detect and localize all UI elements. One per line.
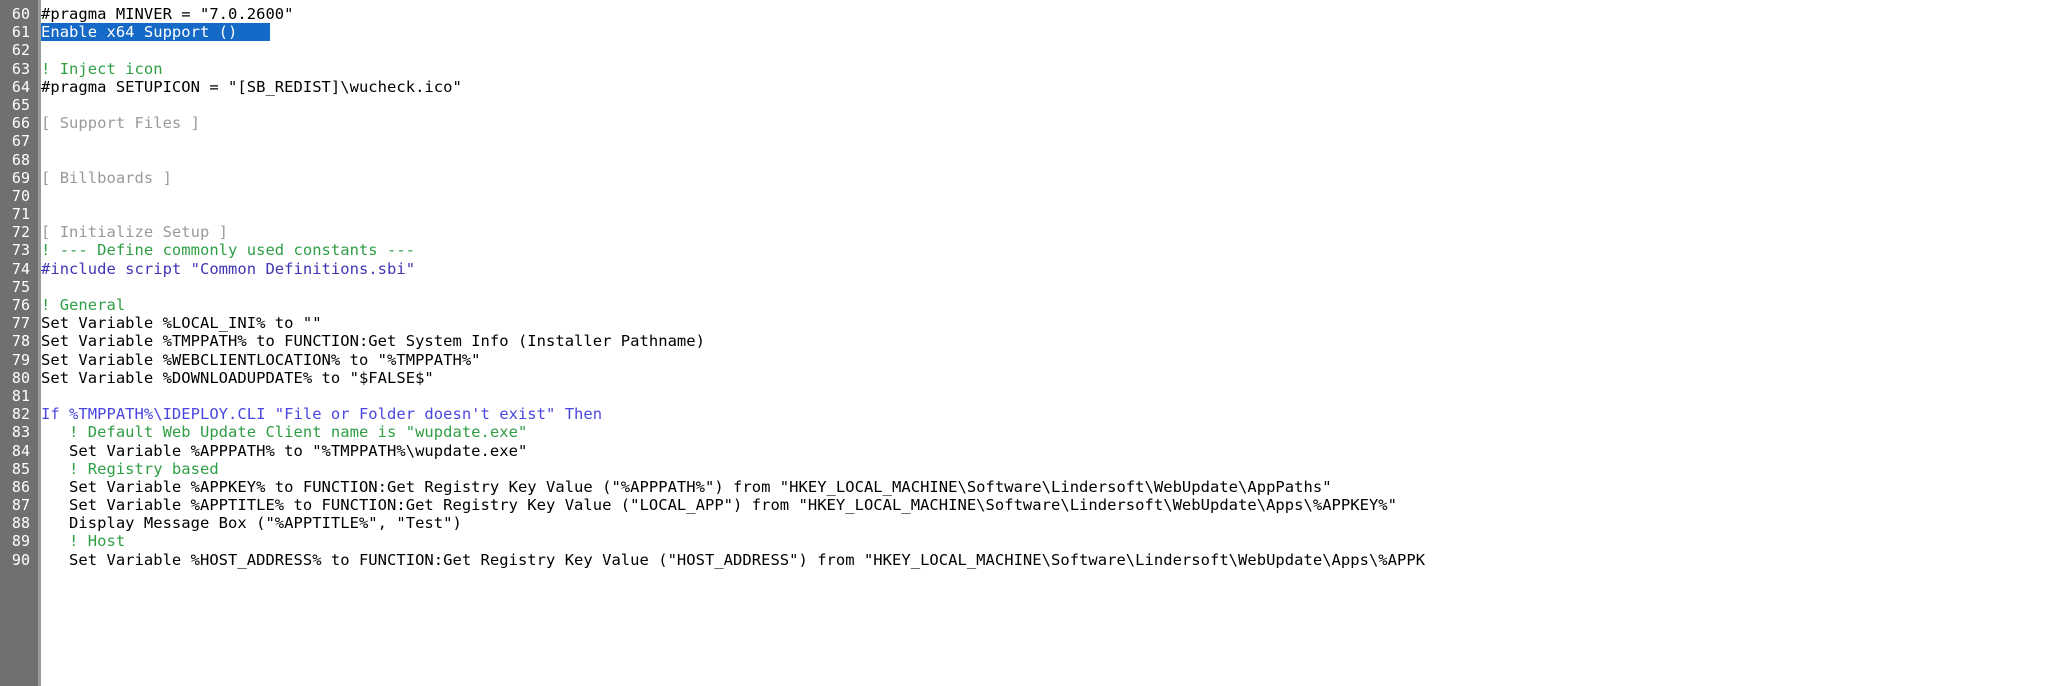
code-line[interactable]: 85 ! Registry based: [0, 460, 2058, 478]
line-number[interactable]: 76: [0, 296, 34, 314]
code-text[interactable]: Set Variable %APPTITLE% to FUNCTION:Get …: [41, 496, 1397, 514]
code-line[interactable]: 65: [0, 96, 2058, 114]
code-text[interactable]: ! --- Define commonly used constants ---: [41, 241, 415, 259]
line-number[interactable]: 87: [0, 496, 34, 514]
script-code-editor[interactable]: 60 #pragma MINVER = "7.0.2600" 61 Enable x6…: [0, 0, 2058, 686]
line-number[interactable]: 82: [0, 405, 34, 423]
code-text[interactable]: Display Message Box ("%APPTITLE%", "Test…: [41, 514, 462, 532]
line-number[interactable]: 64: [0, 78, 34, 96]
code-line[interactable]: 61 Enable x64 Support (): [0, 23, 2058, 42]
line-number[interactable]: 69: [0, 169, 34, 187]
line-number[interactable]: 84: [0, 442, 34, 460]
line-number[interactable]: 63: [0, 60, 34, 78]
code-line[interactable]: 87 Set Variable %APPTITLE% to FUNCTION:G…: [0, 496, 2058, 514]
code-line[interactable]: 83 ! Default Web Update Client name is "…: [0, 423, 2058, 441]
code-text[interactable]: [ Initialize Setup ]: [41, 223, 228, 241]
code-text[interactable]: ! Host: [41, 532, 125, 550]
code-text[interactable]: Set Variable %APPPATH% to "%TMPPATH%\wup…: [41, 442, 527, 460]
line-number[interactable]: 88: [0, 514, 34, 532]
line-number[interactable]: 66: [0, 114, 34, 132]
code-line[interactable]: 89 ! Host: [0, 532, 2058, 550]
line-number[interactable]: 74: [0, 260, 34, 278]
line-number[interactable]: 81: [0, 387, 34, 405]
code-line[interactable]: 81: [0, 387, 2058, 405]
line-number[interactable]: 65: [0, 96, 34, 114]
code-line[interactable]: 71: [0, 205, 2058, 223]
line-number[interactable]: 77: [0, 314, 34, 332]
code-line[interactable]: 69 [ Billboards ]: [0, 169, 2058, 187]
code-line[interactable]: 75: [0, 278, 2058, 296]
code-line[interactable]: 66 [ Support Files ]: [0, 114, 2058, 132]
line-number[interactable]: 72: [0, 223, 34, 241]
code-line[interactable]: 60 #pragma MINVER = "7.0.2600": [0, 5, 2058, 23]
code-text[interactable]: Enable x64 Support (): [41, 23, 237, 41]
code-line[interactable]: 70: [0, 187, 2058, 205]
code-line[interactable]: 78 Set Variable %TMPPATH% to FUNCTION:Get…: [0, 332, 2058, 350]
code-text[interactable]: [ Billboards ]: [41, 169, 172, 187]
code-text[interactable]: Set Variable %TMPPATH% to FUNCTION:Get S…: [41, 332, 705, 350]
code-lines-container[interactable]: 60 #pragma MINVER = "7.0.2600" 61 Enable x6…: [0, 5, 2058, 569]
code-text[interactable]: #pragma SETUPICON = "[SB_REDIST]\wucheck…: [41, 78, 462, 96]
code-text[interactable]: Set Variable %WEBCLIENTLOCATION% to "%TM…: [41, 351, 481, 369]
code-line[interactable]: 64 #pragma SETUPICON = "[SB_REDIST]\wuche…: [0, 78, 2058, 96]
line-number[interactable]: 73: [0, 241, 34, 259]
code-line[interactable]: 73 ! --- Define commonly used constants -…: [0, 241, 2058, 259]
code-text[interactable]: ! Default Web Update Client name is "wup…: [41, 423, 527, 441]
code-line[interactable]: 86 Set Variable %APPKEY% to FUNCTION:Get…: [0, 478, 2058, 496]
line-number[interactable]: 90: [0, 551, 34, 569]
code-line[interactable]: 63 ! Inject icon: [0, 60, 2058, 78]
line-number[interactable]: 75: [0, 278, 34, 296]
code-line[interactable]: 68: [0, 151, 2058, 169]
code-text[interactable]: ! General: [41, 296, 125, 314]
code-text[interactable]: If %TMPPATH%\IDEPLOY.CLI "File or Folder…: [41, 405, 602, 423]
line-number[interactable]: 85: [0, 460, 34, 478]
code-text[interactable]: #pragma MINVER = "7.0.2600": [41, 5, 294, 23]
line-number[interactable]: 61: [0, 23, 34, 41]
code-line[interactable]: 67: [0, 132, 2058, 150]
code-line[interactable]: 88 Display Message Box ("%APPTITLE%", "T…: [0, 514, 2058, 532]
line-number[interactable]: 78: [0, 332, 34, 350]
code-line[interactable]: 79 Set Variable %WEBCLIENTLOCATION% to "%…: [0, 351, 2058, 369]
code-text[interactable]: [ Support Files ]: [41, 114, 200, 132]
code-line[interactable]: 84 Set Variable %APPPATH% to "%TMPPATH%\…: [0, 442, 2058, 460]
line-number[interactable]: 68: [0, 151, 34, 169]
code-text[interactable]: Set Variable %DOWNLOADUPDATE% to "$FALSE…: [41, 369, 434, 387]
code-text[interactable]: Set Variable %LOCAL_INI% to "": [41, 314, 322, 332]
code-text[interactable]: ! Inject icon: [41, 60, 163, 78]
line-number[interactable]: 79: [0, 351, 34, 369]
code-text[interactable]: Set Variable %APPKEY% to FUNCTION:Get Re…: [41, 478, 1332, 496]
code-text[interactable]: ! Registry based: [41, 460, 219, 478]
line-number[interactable]: 62: [0, 41, 34, 59]
code-line[interactable]: 82 If %TMPPATH%\IDEPLOY.CLI "File or Fold…: [0, 405, 2058, 423]
code-line[interactable]: 90 Set Variable %HOST_ADDRESS% to FUNCTI…: [0, 551, 2058, 569]
line-number[interactable]: 80: [0, 369, 34, 387]
code-line[interactable]: 74 #include script "Common Definitions.sb…: [0, 260, 2058, 278]
line-number[interactable]: 86: [0, 478, 34, 496]
line-number[interactable]: 67: [0, 132, 34, 150]
line-number[interactable]: 70: [0, 187, 34, 205]
code-text[interactable]: Set Variable %HOST_ADDRESS% to FUNCTION:…: [41, 551, 1425, 569]
line-number[interactable]: 71: [0, 205, 34, 223]
code-line[interactable]: 72 [ Initialize Setup ]: [0, 223, 2058, 241]
line-number[interactable]: 89: [0, 532, 34, 550]
code-text[interactable]: #include script "Common Definitions.sbi": [41, 260, 415, 278]
code-line[interactable]: 80 Set Variable %DOWNLOADUPDATE% to "$FAL…: [0, 369, 2058, 387]
code-line[interactable]: 76 ! General: [0, 296, 2058, 314]
line-number[interactable]: 60: [0, 5, 34, 23]
line-number[interactable]: 83: [0, 423, 34, 441]
code-line[interactable]: 77 Set Variable %LOCAL_INI% to "": [0, 314, 2058, 332]
code-line[interactable]: 62: [0, 41, 2058, 59]
